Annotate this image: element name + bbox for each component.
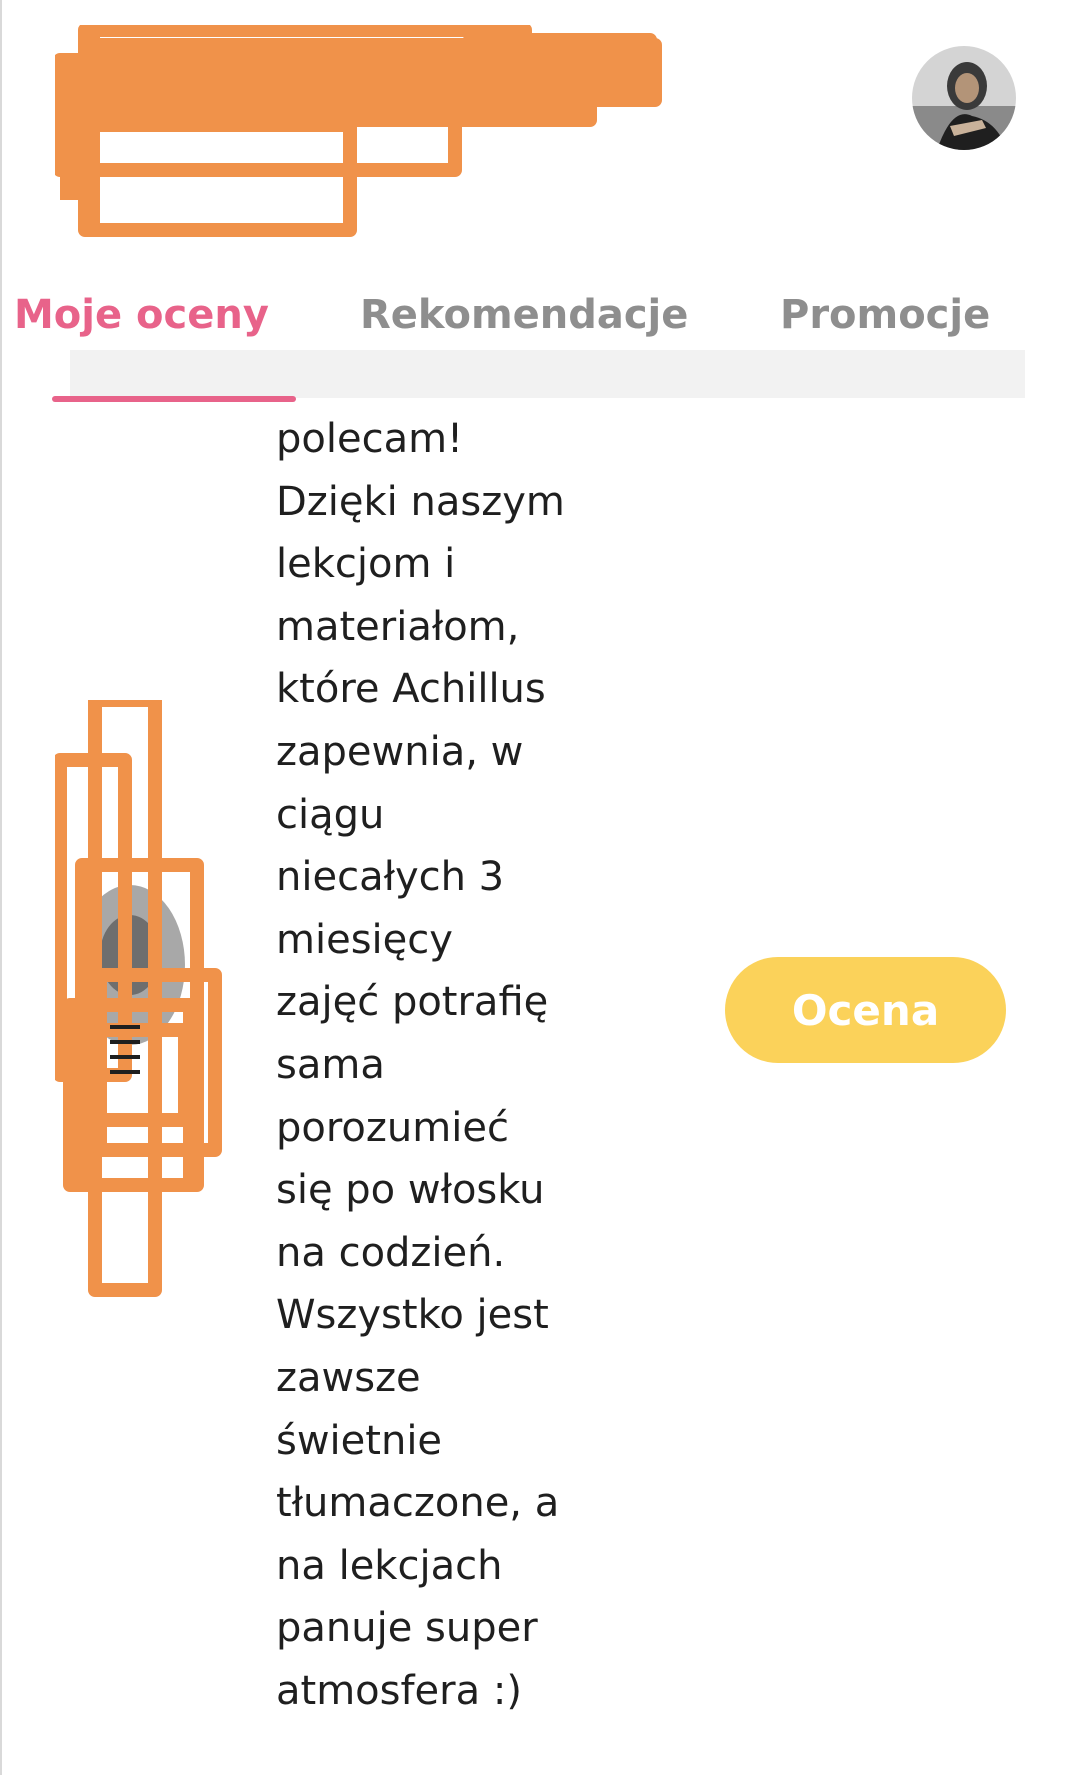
review-text-line: zajęć potrafię (276, 979, 549, 1026)
review-text-line: niecałych 3 (276, 854, 505, 901)
review-text: polecam! Dzięki naszym lekcjom i materiałom… (276, 408, 606, 1722)
review-text-line: porozumieć (276, 1104, 509, 1151)
reviewer-avatar (55, 700, 222, 1297)
review-text-line: na codzień. (276, 1229, 506, 1276)
review-text-line: panuje super (276, 1605, 538, 1652)
tab-rekomendacje[interactable]: Rekomendacje (360, 290, 688, 340)
review-text-line: miesięcy (276, 916, 453, 963)
review-text-line: atmosfera :) (276, 1667, 522, 1714)
redacted-header-title (55, 25, 662, 237)
rate-button[interactable]: Ocena (725, 957, 1006, 1063)
review-text-line: które Achillus (276, 666, 546, 713)
review-text-line: sama (276, 1041, 385, 1088)
tab-strip-background (70, 350, 1025, 398)
profile-avatar[interactable] (912, 46, 1016, 150)
tab-bar: Moje oceny Rekomendacje Promocje (0, 270, 1080, 402)
review-text-line: się po włosku (276, 1167, 545, 1214)
review-text-line: materiałom, (276, 603, 520, 650)
active-tab-indicator (52, 396, 296, 402)
tab-promocje[interactable]: Promocje (780, 290, 990, 340)
tab-moje-oceny[interactable]: Moje oceny (14, 290, 269, 340)
left-edge-divider (0, 0, 2, 1775)
review-text-line: zawsze (276, 1354, 421, 1401)
user-avatar-icon (912, 46, 1016, 150)
review-text-line: na lekcjach (276, 1542, 503, 1589)
review-text-line: zapewnia, w (276, 728, 524, 775)
review-text-line: Wszystko jest (276, 1292, 549, 1339)
review-text-line: tłumaczone, a (276, 1480, 560, 1527)
review-text-line: polecam! (276, 416, 464, 462)
review-text-line: lekcjom i (276, 541, 456, 588)
review-text-line: świetnie (276, 1417, 443, 1464)
review-text-line: ciągu (276, 791, 385, 838)
review-text-line: Dzięki naszym (276, 478, 565, 525)
